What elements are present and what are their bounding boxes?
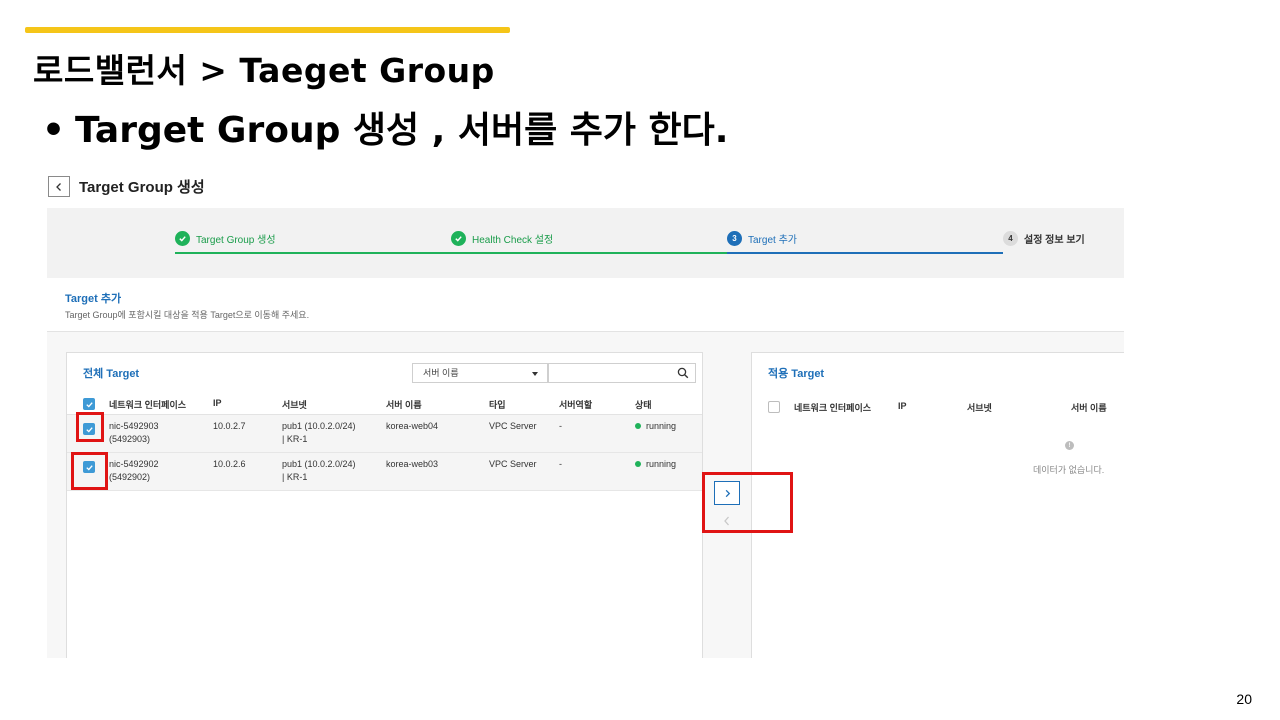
step-number: 4 (1003, 231, 1018, 246)
col-header-ip: IP (213, 398, 222, 408)
check-circle-icon (451, 231, 466, 246)
search-icon[interactable] (677, 367, 689, 379)
filter-select-value: 서버 이름 (423, 368, 459, 378)
col-header-status: 상태 (635, 400, 652, 410)
table-row[interactable]: nic-5492902 (5492902) 10.0.2.6 pub1 (10.… (67, 453, 702, 491)
col-header-nic: 네트워크 인터페이스 (794, 403, 872, 413)
highlight-row1-checkbox (76, 412, 104, 442)
caret-down-icon (532, 372, 538, 376)
nic-name: nic-5492902 (109, 459, 159, 469)
col-header-role: 서버역할 (559, 400, 593, 410)
all-targets-title: 전체 Target (83, 368, 140, 380)
col-header-type: 타입 (489, 400, 506, 410)
bullet-text: Target Group 생성 , 서버를 추가 한다. (75, 110, 729, 151)
nic-id: (5492903) (109, 434, 151, 444)
empty-state-text: 데이터가 없습니다. (1033, 465, 1105, 475)
cell-subnet: pub1 (10.0.2.0/24) | KR-1 (282, 458, 356, 484)
col-header-subnet: 서브넷 (967, 403, 992, 413)
highlight-row2-checkbox (71, 452, 108, 490)
highlight-move-button (702, 472, 793, 533)
step-review: 4 설정 정보 보기 (1003, 231, 1085, 246)
status-text: running (646, 459, 677, 469)
subnet-name: pub1 (10.0.2.0/24) (282, 421, 356, 431)
applied-targets-title: 적용 Target (768, 368, 825, 380)
wizard-stepper: Target Group 생성 Health Check 설정 3 Target… (47, 208, 1124, 278)
info-icon: ! (1065, 441, 1074, 450)
step-number: 3 (727, 231, 742, 246)
nic-id: (5492902) (109, 472, 151, 482)
col-header-subnet: 서브넷 (282, 400, 307, 410)
step-label: 설정 정보 보기 (1024, 235, 1085, 246)
title-accent-bar (25, 27, 510, 33)
step-label: Target Group 생성 (196, 235, 276, 246)
check-circle-icon (175, 231, 190, 246)
chevron-left-icon (56, 182, 61, 191)
cell-status: running (635, 420, 676, 433)
status-text: running (646, 421, 677, 431)
back-button[interactable] (48, 176, 70, 197)
slide-title: 로드밸런서 > Taeget Group (33, 51, 495, 90)
cell-type: VPC Server (489, 459, 537, 469)
table-row[interactable]: nic-5492903 (5492903) 10.0.2.7 pub1 (10.… (67, 415, 702, 453)
stepper-progress-active (727, 252, 1003, 254)
cell-nic: nic-5492902 (5492902) (109, 458, 159, 484)
status-dot-icon (635, 422, 641, 429)
cell-status: running (635, 458, 676, 471)
step-add-target: 3 Target 추가 (727, 231, 797, 246)
page-heading: Target Group 생성 (79, 179, 205, 196)
slide-bullet: • Target Group 생성 , 서버를 추가 한다. (42, 101, 728, 153)
col-header-ip: IP (898, 401, 907, 411)
section-description: Target Group에 포함시킬 대상을 적용 Target으로 이동해 주… (65, 310, 310, 320)
step-label: Health Check 설정 (472, 235, 554, 246)
cell-server: korea-web03 (386, 459, 439, 469)
subnet-zone: | KR-1 (282, 434, 308, 444)
console-screenshot: Target Group 생성 Target Group 생성 Health C… (47, 170, 1124, 658)
search-input[interactable] (548, 363, 696, 383)
nic-name: nic-5492903 (109, 421, 159, 431)
section-title: Target 추가 (65, 293, 122, 305)
status-dot-icon (635, 460, 641, 467)
stepper-progress-done (175, 252, 727, 254)
cell-type: VPC Server (489, 421, 537, 431)
cell-server: korea-web04 (386, 421, 439, 431)
subnet-name: pub1 (10.0.2.0/24) (282, 459, 356, 469)
col-header-server: 서버 이름 (1071, 403, 1107, 413)
applied-targets-panel: 적용 Target 네트워크 인터페이스 IP 서브넷 서버 이름 ! 데이터가… (751, 352, 1124, 658)
subnet-zone: | KR-1 (282, 472, 308, 482)
cell-role: - (559, 459, 562, 469)
select-all-checkbox[interactable] (83, 398, 95, 410)
cell-ip: 10.0.2.6 (213, 459, 246, 469)
bullet-symbol: • (42, 110, 66, 151)
step-label: Target 추가 (748, 235, 797, 246)
step-target-group: Target Group 생성 (175, 231, 276, 246)
col-header-nic: 네트워크 인터페이스 (109, 400, 187, 410)
cell-subnet: pub1 (10.0.2.0/24) | KR-1 (282, 420, 356, 446)
step-health-check: Health Check 설정 (451, 231, 553, 246)
cell-role: - (559, 421, 562, 431)
col-header-server: 서버 이름 (386, 400, 422, 410)
filter-select[interactable]: 서버 이름 (412, 363, 548, 383)
cell-nic: nic-5492903 (5492903) (109, 420, 159, 446)
all-targets-panel: 전체 Target 서버 이름 네트워크 인터페이스 IP 서브넷 서버 이름 … (66, 352, 703, 658)
cell-ip: 10.0.2.7 (213, 421, 246, 431)
page-number: 20 (1236, 691, 1252, 707)
check-icon (85, 401, 93, 408)
applied-select-all-checkbox[interactable] (768, 401, 780, 413)
